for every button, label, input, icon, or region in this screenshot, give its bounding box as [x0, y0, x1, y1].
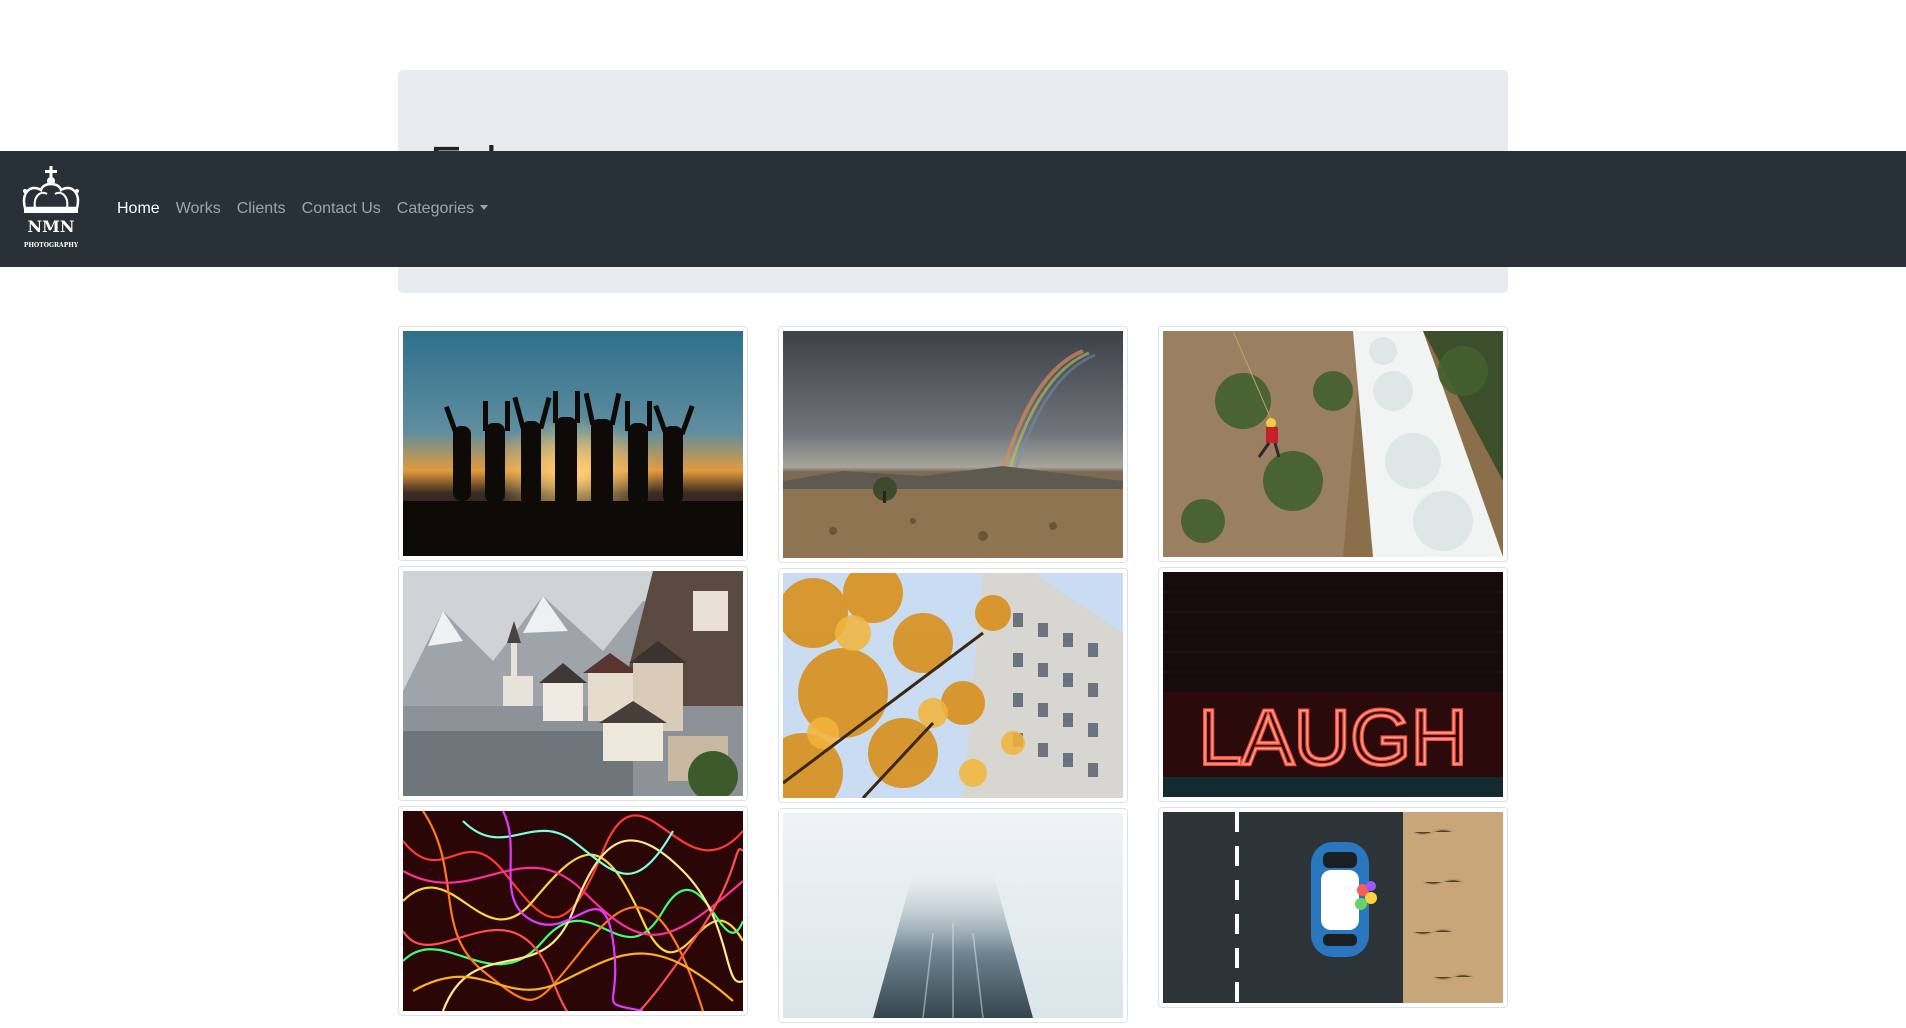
gallery-thumbnail[interactable] — [1158, 807, 1508, 1008]
gallery-thumbnail[interactable] — [1158, 326, 1508, 562]
nav-works[interactable]: Works — [168, 200, 229, 218]
sunset-silhouettes-photo — [403, 331, 743, 556]
lakeside-village-photo — [403, 571, 743, 796]
chevron-down-icon — [480, 205, 489, 210]
rainbow-landscape-photo — [783, 331, 1123, 558]
svg-text:LAUGH: LAUGH — [1199, 693, 1468, 781]
gallery-column-2 — [778, 326, 1128, 1028]
nav-contact-us[interactable]: Contact Us — [294, 200, 389, 218]
autumn-building-photo — [783, 573, 1123, 798]
svg-text:NMN: NMN — [28, 217, 75, 236]
gallery-column-3: LAUGH LAUGH — [1158, 326, 1508, 1028]
gallery-thumbnail[interactable]: LAUGH LAUGH — [1158, 567, 1508, 802]
gallery-thumbnail[interactable] — [778, 808, 1128, 1023]
crown-logo-icon: NMN PHOTOGRAPHY — [22, 166, 80, 249]
light-trails-photo — [403, 811, 743, 1011]
nav-home[interactable]: Home — [109, 200, 168, 218]
gallery-thumbnail[interactable] — [778, 568, 1128, 803]
nav-links: Home Works Clients Contact Us Categories — [109, 200, 496, 218]
svg-text:PHOTOGRAPHY: PHOTOGRAPHY — [24, 242, 79, 249]
waterfall-climber-photo — [1163, 331, 1503, 557]
nav-categories-label: Categories — [396, 200, 475, 217]
gallery-thumbnail[interactable] — [778, 326, 1128, 563]
brand-logo[interactable]: NMN PHOTOGRAPHY — [15, 164, 87, 254]
nav-categories-dropdown[interactable]: Categories — [389, 200, 496, 218]
gallery-thumbnail[interactable] — [398, 566, 748, 801]
gallery-thumbnail[interactable] — [398, 326, 748, 561]
neon-laugh-sign-photo: LAUGH LAUGH — [1163, 572, 1503, 797]
navbar: NMN PHOTOGRAPHY Home Works Clients Conta… — [0, 151, 1906, 267]
car-top-view-photo — [1163, 812, 1503, 1003]
gallery-thumbnail[interactable] — [398, 806, 748, 1016]
nav-clients[interactable]: Clients — [229, 200, 294, 218]
photo-gallery: LAUGH LAUGH — [398, 326, 1508, 1028]
foggy-skyscraper-photo — [783, 813, 1123, 1018]
gallery-column-1 — [398, 326, 748, 1028]
